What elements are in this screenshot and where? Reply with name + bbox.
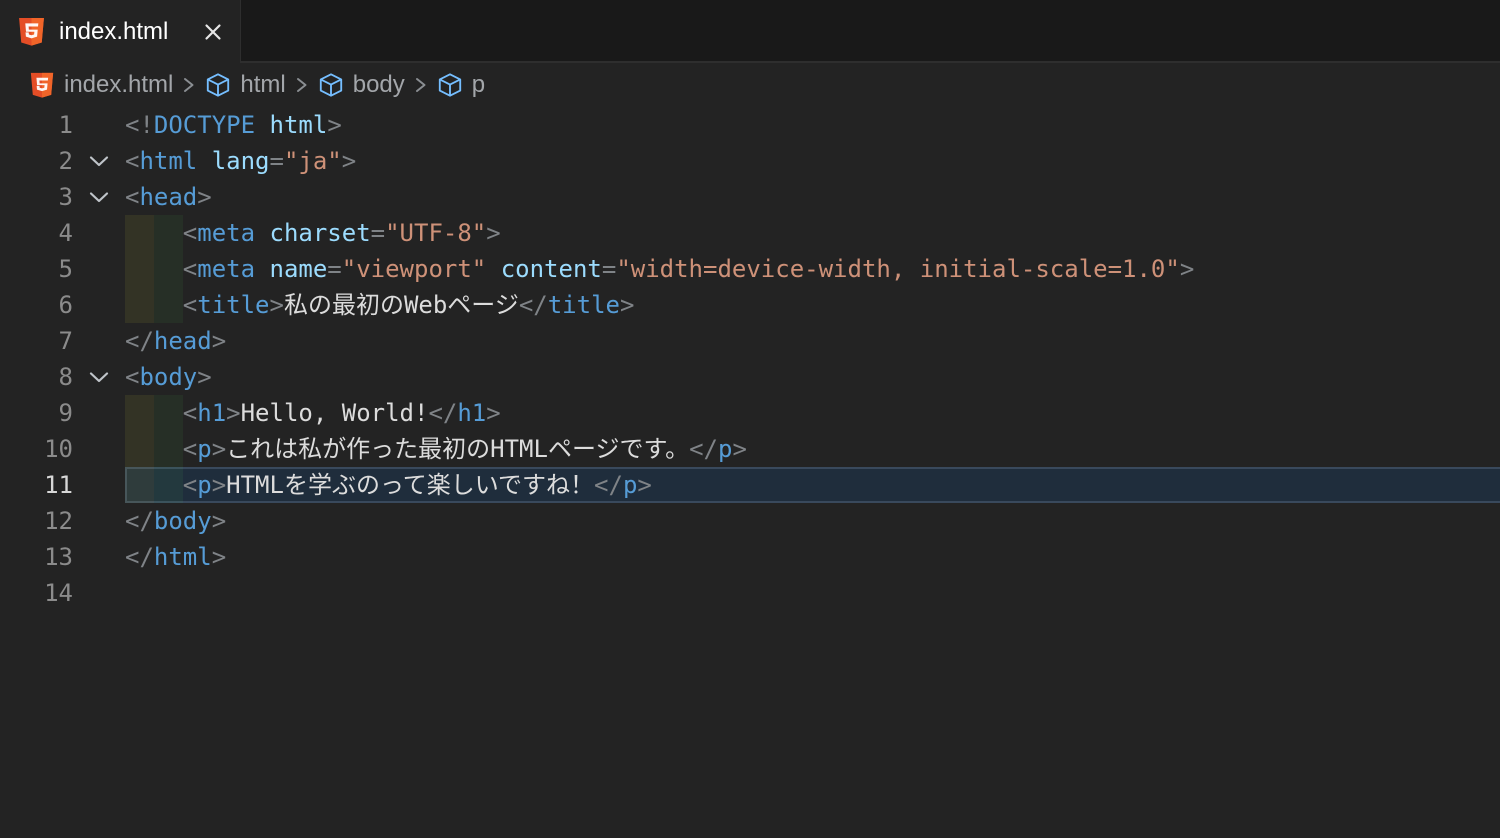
code-line[interactable]: 6 <title>私の最初のWebページ</title>	[0, 287, 1500, 323]
fold-gutter	[73, 251, 125, 287]
line-number: 9	[0, 395, 73, 431]
fold-gutter	[73, 503, 125, 539]
code-line-text: </head>	[125, 323, 1500, 359]
code-line-text: <html lang="ja">	[125, 143, 1500, 179]
fold-gutter	[73, 107, 125, 143]
line-number: 10	[0, 431, 73, 467]
breadcrumb-item-body[interactable]: body	[318, 71, 405, 99]
code-line-text: <meta name="viewport" content="width=dev…	[125, 251, 1500, 287]
symbol-cube-icon	[437, 72, 463, 98]
code-line-text: <meta charset="UTF-8">	[125, 215, 1500, 251]
tab-label: index.html	[59, 18, 192, 46]
fold-gutter	[73, 287, 125, 323]
code-line[interactable]: 10 <p>これは私が作った最初のHTMLページです。</p>	[0, 431, 1500, 467]
line-number: 1	[0, 107, 73, 143]
breadcrumb-item-p[interactable]: p	[437, 71, 485, 99]
code-line[interactable]: 12 </body>	[0, 503, 1500, 539]
code-line-text: <title>私の最初のWebページ</title>	[125, 287, 1500, 323]
line-number: 7	[0, 323, 73, 359]
code-line-text: <body>	[125, 359, 1500, 395]
line-number: 13	[0, 539, 73, 575]
code-line[interactable]: 4 <meta charset="UTF-8">	[0, 215, 1500, 251]
breadcrumb-label: index.html	[64, 71, 173, 99]
close-icon[interactable]	[200, 19, 226, 45]
code-line[interactable]: 9 <h1>Hello, World!</h1>	[0, 395, 1500, 431]
code-line-text: </html>	[125, 539, 1500, 575]
fold-gutter	[73, 323, 125, 359]
breadcrumb-label: body	[353, 71, 405, 99]
line-number: 2	[0, 143, 73, 179]
code-line[interactable]: 5 <meta name="viewport" content="width=d…	[0, 251, 1500, 287]
breadcrumb-label: p	[472, 71, 485, 99]
code-line[interactable]: 14	[0, 575, 1500, 611]
breadcrumb: index.html html body p	[0, 63, 1500, 107]
line-number: 3	[0, 179, 73, 215]
line-number: 14	[0, 575, 73, 611]
code-line-text: <head>	[125, 179, 1500, 215]
symbol-cube-icon	[205, 72, 231, 98]
tab-bar: index.html	[0, 0, 1500, 63]
breadcrumb-item-index-html[interactable]: index.html	[29, 71, 173, 99]
fold-chevron-down-icon[interactable]	[73, 143, 125, 179]
chevron-right-icon	[180, 72, 198, 98]
fold-gutter	[73, 575, 125, 611]
code-line-text: <p>これは私が作った最初のHTMLページです。</p>	[125, 431, 1500, 467]
code-line[interactable]: 13 </html>	[0, 539, 1500, 575]
fold-chevron-down-icon[interactable]	[73, 359, 125, 395]
fold-chevron-down-icon[interactable]	[73, 179, 125, 215]
html5-file-icon	[29, 72, 55, 98]
code-line[interactable]: 3 <head>	[0, 179, 1500, 215]
line-number: 5	[0, 251, 73, 287]
code-line[interactable]: 8 <body>	[0, 359, 1500, 395]
fold-gutter	[73, 467, 125, 503]
code-line-text: <p>HTMLを学ぶのって楽しいですね！</p>	[125, 467, 1500, 503]
code-line-text: <h1>Hello, World!</h1>	[125, 395, 1500, 431]
code-line[interactable]: 11 <p>HTMLを学ぶのって楽しいですね！</p>	[0, 467, 1500, 503]
chevron-right-icon	[412, 72, 430, 98]
line-number: 8	[0, 359, 73, 395]
code-line-text: </body>	[125, 503, 1500, 539]
code-line-text: <!DOCTYPE html>	[125, 107, 1500, 143]
code-editor[interactable]: 1<!DOCTYPE html>2 <html lang="ja">3 <hea…	[0, 107, 1500, 838]
html5-file-icon	[17, 17, 46, 46]
breadcrumb-label: html	[240, 71, 285, 99]
tab-index-html[interactable]: index.html	[0, 0, 241, 63]
code-line-text	[125, 575, 1500, 611]
breadcrumb-item-html[interactable]: html	[205, 71, 285, 99]
symbol-cube-icon	[318, 72, 344, 98]
fold-gutter	[73, 539, 125, 575]
fold-gutter	[73, 431, 125, 467]
code-line[interactable]: 7 </head>	[0, 323, 1500, 359]
line-number: 4	[0, 215, 73, 251]
code-line[interactable]: 1 <!DOCTYPE html>	[0, 107, 1500, 143]
fold-gutter	[73, 215, 125, 251]
fold-gutter	[73, 395, 125, 431]
line-number: 12	[0, 503, 73, 539]
line-number: 11	[0, 467, 73, 503]
line-number: 6	[0, 287, 73, 323]
code-line[interactable]: 2 <html lang="ja">	[0, 143, 1500, 179]
chevron-right-icon	[293, 72, 311, 98]
